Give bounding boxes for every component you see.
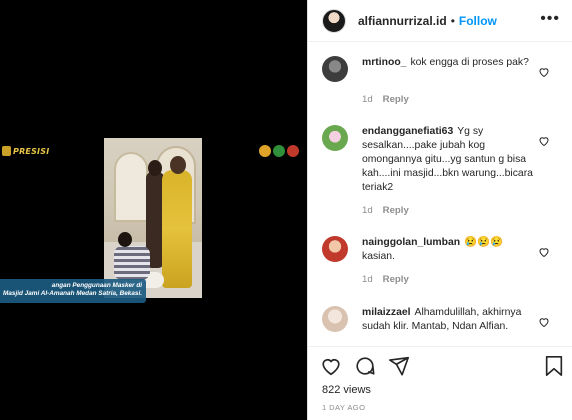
like-comment-heart-icon[interactable]	[538, 135, 550, 147]
comment-meta: 1d Reply	[362, 205, 409, 216]
comment-meta: 1d Reply	[362, 274, 409, 285]
badge-icon	[273, 145, 285, 157]
caption-line: Masjid Jami Al-Amanah Medan Satria, Beka…	[3, 290, 142, 297]
commenter-username[interactable]: mrtinoo_	[362, 57, 406, 68]
comment-body: mrtinoo_ kok engga di proses pak?	[362, 56, 534, 70]
share-icon[interactable]	[388, 355, 410, 377]
comment-body: milaizzael Alhamdulillah, akhirnya sudah …	[362, 306, 534, 334]
commenter-username[interactable]: milaizzael	[362, 307, 411, 318]
comment-icon[interactable]	[354, 355, 376, 377]
like-comment-heart-icon[interactable]	[538, 246, 550, 258]
mosque-arch	[114, 152, 148, 222]
presisi-logo: PRESISI	[2, 146, 49, 156]
video-frame	[104, 138, 202, 298]
post-header: alfiannurrizal.id • Follow •••	[308, 0, 572, 42]
comment-meta: 1d Reply	[362, 94, 409, 105]
comment-body: nainggolan_lumban 😢😢😢 kasian.	[362, 236, 534, 264]
like-comment-heart-icon[interactable]	[538, 66, 550, 78]
post-actions: 822 views 1 DAY AGO	[308, 346, 572, 420]
person-head	[170, 156, 186, 174]
reply-button[interactable]: Reply	[383, 205, 409, 216]
commenter-avatar[interactable]	[322, 306, 348, 332]
action-icons	[320, 355, 410, 377]
like-comment-heart-icon[interactable]	[538, 316, 550, 328]
bookmark-icon[interactable]	[544, 355, 564, 377]
commenter-username[interactable]: nainggolan_lumban	[362, 237, 460, 248]
badge-icon	[259, 145, 271, 157]
comment-age: 1d	[362, 94, 373, 105]
caption-line: angan Penggunaan Masker di	[51, 282, 142, 289]
reply-button[interactable]: Reply	[383, 94, 409, 105]
post-side-panel: alfiannurrizal.id • Follow ••• mrtinoo_ k…	[307, 0, 572, 420]
video-caption: angan Penggunaan Masker di Masjid Jami A…	[0, 279, 146, 303]
presisi-logo-text: PRESISI	[13, 146, 50, 156]
post-date: 1 DAY AGO	[322, 403, 366, 412]
more-icon[interactable]: •••	[540, 11, 560, 27]
heart-icon[interactable]	[320, 355, 342, 377]
author-avatar[interactable]	[322, 8, 346, 33]
person-head	[148, 160, 162, 176]
comment-text: kok engga di proses pak?	[410, 57, 529, 68]
comment-age: 1d	[362, 274, 373, 285]
person-sitting	[114, 246, 150, 280]
person-yellow-robe	[162, 170, 192, 288]
comments-list[interactable]: mrtinoo_ kok engga di proses pak? 1d Reply…	[308, 43, 572, 346]
comment-body: endangganefiati63 Yg sy sesalkan....pake …	[362, 125, 534, 195]
person-head	[118, 232, 132, 247]
commenter-avatar[interactable]	[322, 236, 348, 262]
commenter-avatar[interactable]	[322, 56, 348, 82]
badge-icon	[287, 145, 299, 157]
separator-dot: •	[450, 13, 455, 28]
partner-logos	[259, 145, 299, 157]
post-video[interactable]: PRESISI angan Penggunaan Masker di Masji…	[0, 0, 307, 420]
commenter-avatar[interactable]	[322, 125, 348, 151]
comment-age: 1d	[362, 205, 373, 216]
author-username[interactable]: alfiannurrizal.id	[358, 14, 447, 28]
follow-button[interactable]: Follow	[459, 14, 497, 28]
view-count[interactable]: 822 views	[322, 384, 371, 396]
commenter-username[interactable]: endangganefiati63	[362, 126, 453, 137]
police-emblem-icon	[2, 146, 11, 156]
reply-button[interactable]: Reply	[383, 274, 409, 285]
